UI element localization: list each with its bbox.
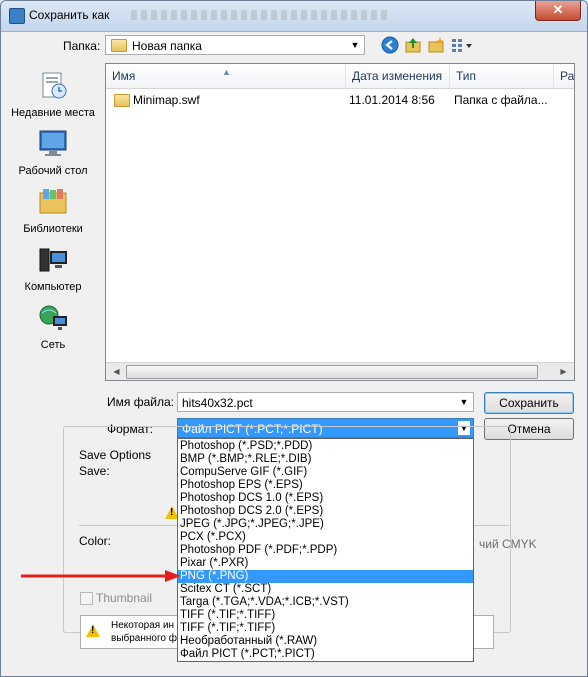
file-date: 11.01.2014 8:56 (349, 93, 435, 107)
column-header-date[interactable]: Дата изменения (346, 64, 450, 88)
places-bar: Недавние места Рабочий стол Библиотеки К… (9, 33, 97, 368)
sort-ascending-icon: ▲ (222, 67, 231, 77)
column-header-size[interactable]: Раз (554, 64, 574, 88)
filename-input[interactable]: hits40x32.pct ▼ (177, 392, 474, 412)
place-network[interactable]: Сеть (9, 303, 97, 351)
close-button[interactable]: ✕ (535, 1, 581, 21)
save-options-title: Save Options (77, 448, 154, 462)
network-icon (39, 305, 67, 330)
place-label: Недавние места (11, 107, 95, 119)
place-label: Сеть (40, 339, 66, 351)
horizontal-scrollbar[interactable]: ◀ ▶ (106, 362, 574, 380)
format-option[interactable]: Targa (*.TGA;*.VDA;*.ICB;*.VST) (178, 596, 473, 609)
save-as-dialog: Сохранить как ✕ Папка: Новая папка ▼ Нед… (0, 0, 588, 677)
computer-icon (39, 248, 67, 272)
place-recent[interactable]: Недавние места (9, 71, 97, 119)
warning-text-line1: Некоторая ин (111, 620, 175, 631)
filename-value: hits40x32.pct (182, 396, 253, 410)
format-option[interactable]: Файл PICT (*.PCT;*.PICT) (178, 648, 473, 661)
format-option[interactable]: PCX (*.PCX) (178, 531, 473, 544)
column-header-name[interactable]: Имя ▲ (106, 64, 346, 88)
format-dropdown-list[interactable]: Photoshop (*.PSD;*.PDD) BMP (*.BMP;*.RLE;… (177, 438, 474, 662)
new-folder-icon[interactable] (427, 36, 445, 54)
scroll-left-icon[interactable]: ◀ (108, 365, 125, 378)
scroll-right-icon[interactable]: ▶ (555, 365, 572, 378)
save-label: Save: (79, 464, 110, 478)
annotation-arrow-icon (21, 570, 181, 582)
place-computer[interactable]: Компьютер (9, 245, 97, 293)
libraries-icon (39, 189, 67, 214)
chevron-down-icon[interactable]: ▼ (458, 395, 470, 409)
format-option[interactable]: Photoshop DCS 2.0 (*.EPS) (178, 505, 473, 518)
desktop-icon (39, 130, 67, 156)
table-row[interactable]: Minimap.swf 11.01.2014 8:56 Папка с файл… (106, 90, 574, 110)
format-option[interactable]: Scitex CT (*.SCT) (178, 583, 473, 596)
format-option[interactable]: TIFF (*.TIF;*.TIFF) (178, 622, 473, 635)
back-icon[interactable] (381, 36, 399, 54)
title-bar[interactable]: Сохранить как ✕ (1, 1, 587, 32)
place-label: Библиотеки (23, 223, 83, 235)
cmyk-label: чий CMYK (479, 537, 537, 551)
format-option[interactable]: TIFF (*.TIF;*.TIFF) (178, 609, 473, 622)
scroll-thumb[interactable] (126, 365, 538, 379)
color-label: Color: (79, 534, 112, 548)
chevron-down-icon: ▼ (350, 40, 360, 50)
place-desktop[interactable]: Рабочий стол (9, 129, 97, 177)
file-name: Minimap.swf (133, 93, 200, 107)
column-header-type[interactable]: Тип (450, 64, 554, 88)
folder-icon (111, 39, 127, 52)
save-button[interactable]: Сохранить (484, 392, 574, 414)
format-option[interactable]: PNG (*.PNG) (178, 570, 473, 583)
folder-combo[interactable]: Новая папка ▼ (105, 35, 365, 55)
thumbnail-label: Thumbnail (96, 591, 153, 605)
file-type: Папка с файла... (454, 93, 548, 107)
format-option[interactable]: Photoshop EPS (*.EPS) (178, 479, 473, 492)
format-option[interactable]: BMP (*.BMP;*.RLE;*.DIB) (178, 453, 473, 466)
view-menu-icon[interactable] (451, 36, 475, 54)
file-list[interactable]: Имя ▲ Дата изменения Тип Раз Minimap.swf… (105, 63, 575, 381)
place-label: Рабочий стол (18, 165, 88, 177)
thumbnail-checkbox[interactable] (80, 592, 93, 605)
format-option[interactable]: Photoshop DCS 1.0 (*.EPS) (178, 492, 473, 505)
background-window-ghost (131, 10, 391, 20)
place-libraries[interactable]: Библиотеки (9, 187, 97, 235)
format-option[interactable]: Photoshop PDF (*.PDF;*.PDP) (178, 544, 473, 557)
place-label: Компьютер (24, 281, 82, 293)
filename-label: Имя файла: (107, 395, 174, 409)
format-option[interactable]: CompuServe GIF (*.GIF) (178, 466, 473, 479)
recent-places-icon (42, 72, 67, 99)
warning-icon (86, 624, 100, 637)
column-name-label: Имя (112, 69, 136, 83)
format-option[interactable]: JPEG (*.JPG;*.JPEG;*.JPE) (178, 518, 473, 531)
app-icon (9, 8, 25, 24)
format-option[interactable]: Photoshop (*.PSD;*.PDD) (178, 440, 473, 453)
folder-icon (114, 94, 130, 107)
warning-text-line2: выбранного ф (111, 633, 177, 644)
window-title: Сохранить как (29, 8, 110, 22)
format-option[interactable]: Pixar (*.PXR) (178, 557, 473, 570)
format-option[interactable]: Необработанный (*.RAW) (178, 635, 473, 648)
file-list-header: Имя ▲ Дата изменения Тип Раз (106, 64, 574, 89)
up-folder-icon[interactable] (404, 36, 422, 54)
folder-value: Новая папка (132, 39, 202, 53)
